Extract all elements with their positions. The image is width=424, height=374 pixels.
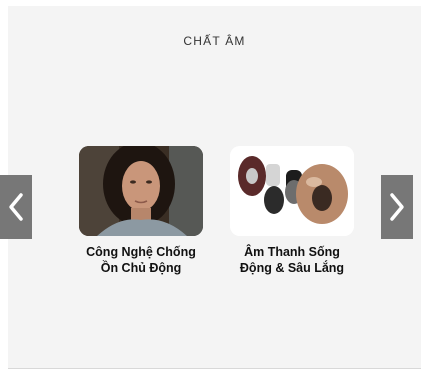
caption-line: Âm Thanh Sống — [244, 245, 340, 259]
portrait-image — [79, 146, 203, 236]
carousel-next-button[interactable] — [381, 175, 413, 239]
feature-card-anc[interactable]: Công Nghệ Chống Ồn Chủ Động — [79, 146, 203, 276]
card-caption: Công Nghệ Chống Ồn Chủ Động — [79, 244, 203, 276]
chevron-right-icon — [390, 193, 404, 221]
earbuds-image — [230, 146, 354, 236]
sound-quality-section: CHẤT ÂM Công Nghệ Chống Ồn Chủ Động Âm T… — [8, 6, 421, 368]
section-heading: CHẤT ÂM — [183, 34, 246, 48]
carousel-prev-button[interactable] — [0, 175, 32, 239]
caption-line: Ồn Chủ Động — [100, 261, 182, 275]
feature-card-sound[interactable]: Âm Thanh Sống Động & Sâu Lắng — [230, 146, 354, 276]
caption-line: Động & Sâu Lắng — [239, 261, 345, 275]
divider — [8, 368, 421, 369]
caption-line: Công Nghệ Chống — [86, 245, 196, 259]
chevron-left-icon — [9, 193, 23, 221]
card-caption: Âm Thanh Sống Động & Sâu Lắng — [230, 244, 354, 276]
